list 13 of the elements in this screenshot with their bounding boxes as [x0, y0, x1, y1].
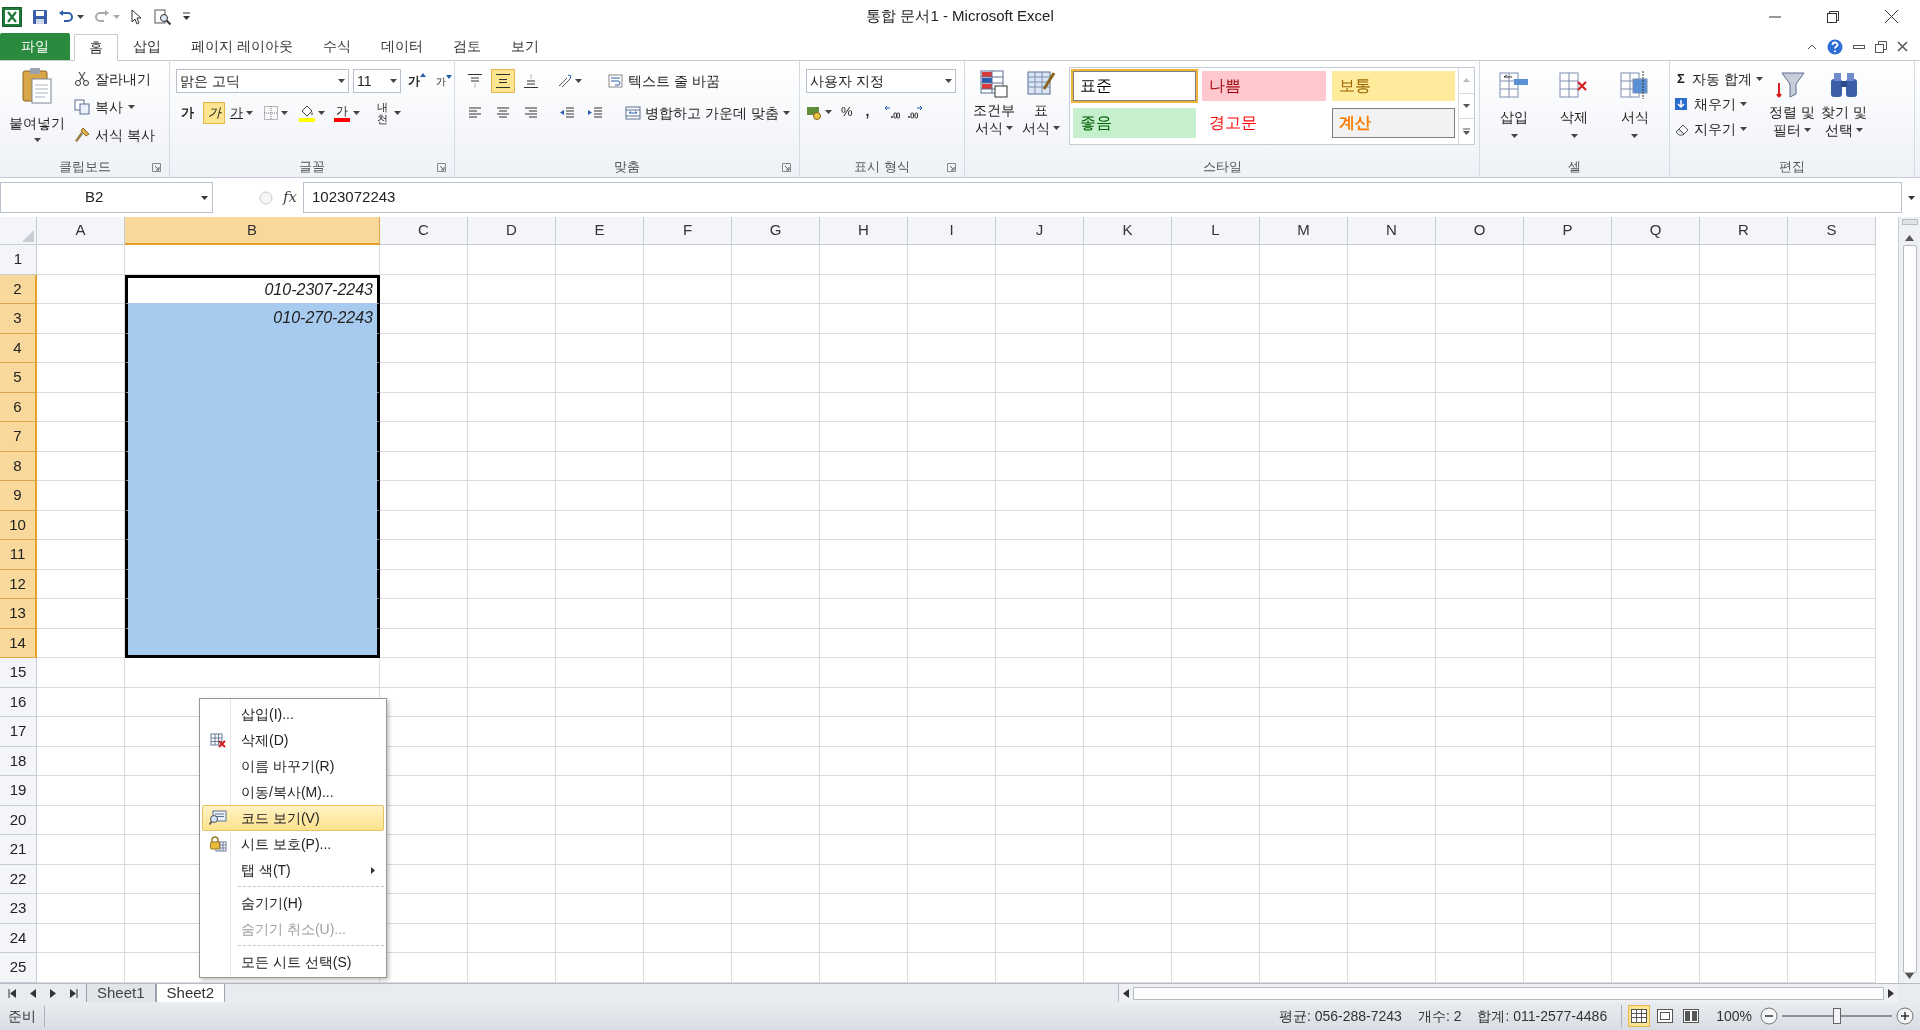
- status-sum: 합계: 011-2577-4486: [1477, 1006, 1608, 1026]
- group-label: 맞춤: [614, 158, 640, 177]
- group-label: 표시 형식: [854, 158, 910, 177]
- group-label: 편집: [1779, 158, 1805, 177]
- window-title: 통합 문서1 - Microsoft Excel: [866, 6, 1054, 27]
- status-text: 준비: [0, 1005, 45, 1027]
- group-label: 클립보드: [58, 158, 111, 177]
- group-label: 셀: [1568, 158, 1581, 177]
- zoom-level: 100%: [1716, 1006, 1752, 1026]
- group-label: 스타일: [1202, 158, 1242, 177]
- group-label: 글꼴: [299, 158, 325, 177]
- status-count: 개수: 2: [1417, 1006, 1462, 1026]
- status-average: 평균: 056-288-7243: [1278, 1006, 1402, 1026]
